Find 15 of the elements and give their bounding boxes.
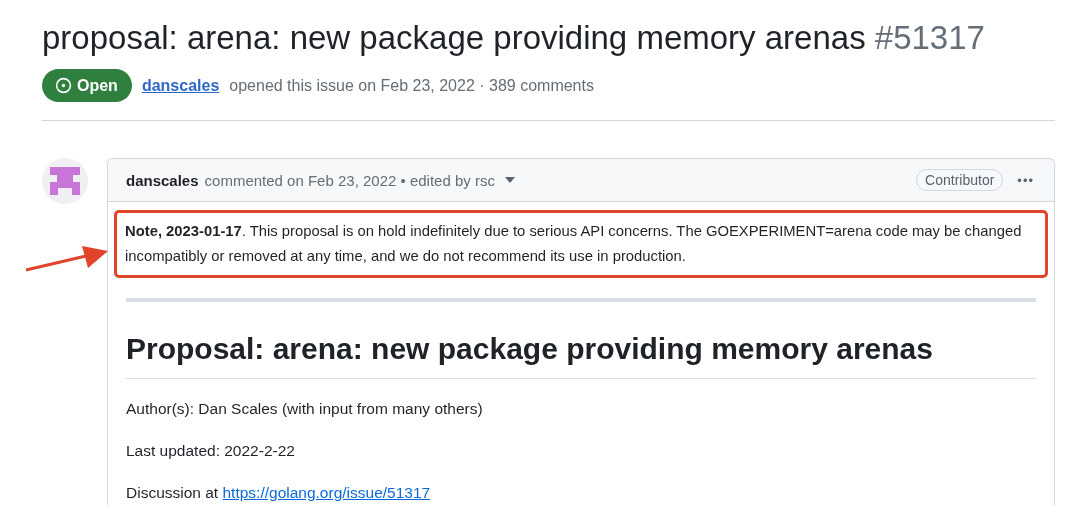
comment-meta: commented on Feb 23, 2022 • edited by rsc — [204, 171, 495, 189]
avatar-icon — [42, 158, 88, 204]
author-link[interactable]: danscales — [141, 76, 220, 95]
status-badge: Open — [42, 69, 132, 102]
more-button[interactable]: ••• — [1009, 172, 1036, 188]
issue-link[interactable]: https://golang.org/issue/51317 — [222, 483, 431, 501]
comment-author[interactable]: danscales — [126, 171, 199, 189]
issue-title: proposal: arena: new package providing memory arenas #51317 — [42, 18, 986, 58]
caret-icon[interactable] — [504, 177, 515, 183]
discussion-text: Discussion at https://golang.org/issue/51317 — [126, 482, 432, 503]
note-text: Note, 2023-01-17. This proposal is on hold indefinitely due to serious API concerns. The GOEXPERIMENT=arena code may be changed incompatibly or removed at any time, and we do not recommend its use in production. — [125, 222, 1023, 266]
body-text: Author(s): Dan Scales (with input from many others) — [126, 398, 484, 419]
body-text: Last updated: 2022-2-22 — [126, 440, 296, 461]
proposal-heading: Proposal: arena: new package providing memory arenas — [126, 330, 1036, 379]
issue-meta: opened this issue on Feb 23, 2022 · 389 comments — [229, 76, 594, 95]
